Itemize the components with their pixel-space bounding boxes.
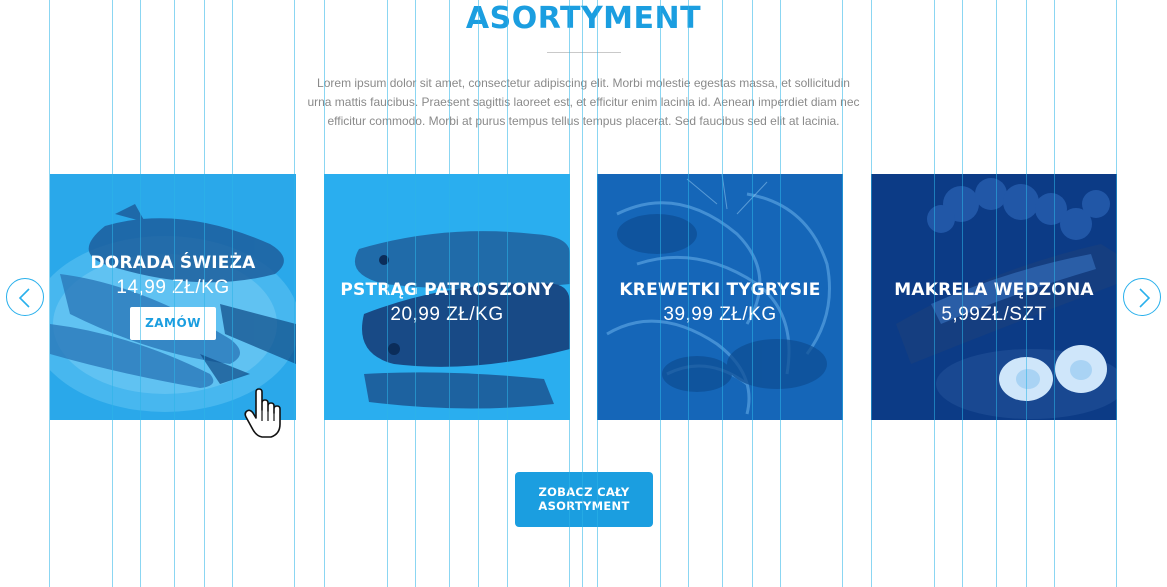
product-name: KREWETKI TYGRYSIE bbox=[619, 280, 821, 300]
product-price: 5,99ZŁ/SZT bbox=[941, 304, 1047, 325]
section-intro: Lorem ipsum dolor sit amet, consectetur … bbox=[298, 74, 869, 131]
card-caption: PSTRĄG PATROSZONY 20,99 ZŁ/KG bbox=[324, 279, 570, 328]
product-name: MAKRELA WĘDZONA bbox=[894, 280, 1094, 300]
chevron-left-icon bbox=[18, 288, 30, 308]
carousel-prev-button[interactable] bbox=[6, 278, 44, 316]
cta-label-line: ASORTYMENT bbox=[538, 499, 630, 513]
order-button[interactable]: ZAMÓW bbox=[130, 307, 216, 340]
section-title: ASORTYMENT bbox=[465, 1, 702, 36]
product-price: 20,99 ZŁ/KG bbox=[390, 304, 504, 325]
chevron-right-icon bbox=[1139, 288, 1151, 308]
title-divider bbox=[547, 52, 621, 53]
card-caption: DORADA ŚWIEŻA 14,99 ZŁ/KG ZAMÓW bbox=[50, 252, 296, 340]
card-caption: MAKRELA WĘDZONA 5,99ZŁ/SZT bbox=[871, 279, 1117, 328]
carousel-next-button[interactable] bbox=[1123, 278, 1161, 316]
product-card-krewetki[interactable]: KREWETKI TYGRYSIE 39,99 ZŁ/KG bbox=[597, 174, 843, 420]
assortment-section: ASORTYMENT Lorem ipsum dolor sit amet, c… bbox=[0, 0, 1167, 587]
see-all-assortment-button[interactable]: ZOBACZ CAŁY ASORTYMENT bbox=[515, 472, 653, 527]
card-caption: KREWETKI TYGRYSIE 39,99 ZŁ/KG bbox=[597, 279, 843, 328]
product-name: PSTRĄG PATROSZONY bbox=[340, 280, 554, 300]
product-card-makrela[interactable]: MAKRELA WĘDZONA 5,99ZŁ/SZT bbox=[871, 174, 1117, 420]
product-price: 39,99 ZŁ/KG bbox=[663, 304, 777, 325]
product-name: DORADA ŚWIEŻA bbox=[90, 253, 256, 273]
intro-line: efficitur commodo. Morbi at purus tempus… bbox=[327, 114, 840, 128]
intro-line: urna mattis faucibus. Praesent sagittis … bbox=[307, 95, 860, 109]
product-card-dorada[interactable]: DORADA ŚWIEŻA 14,99 ZŁ/KG ZAMÓW bbox=[50, 174, 296, 420]
product-price: 14,99 ZŁ/KG bbox=[116, 277, 230, 298]
intro-line: Lorem ipsum dolor sit amet, consectetur … bbox=[317, 76, 850, 90]
cta-label-line: ZOBACZ CAŁY bbox=[538, 485, 630, 499]
product-card-pstrag[interactable]: PSTRĄG PATROSZONY 20,99 ZŁ/KG bbox=[324, 174, 570, 420]
